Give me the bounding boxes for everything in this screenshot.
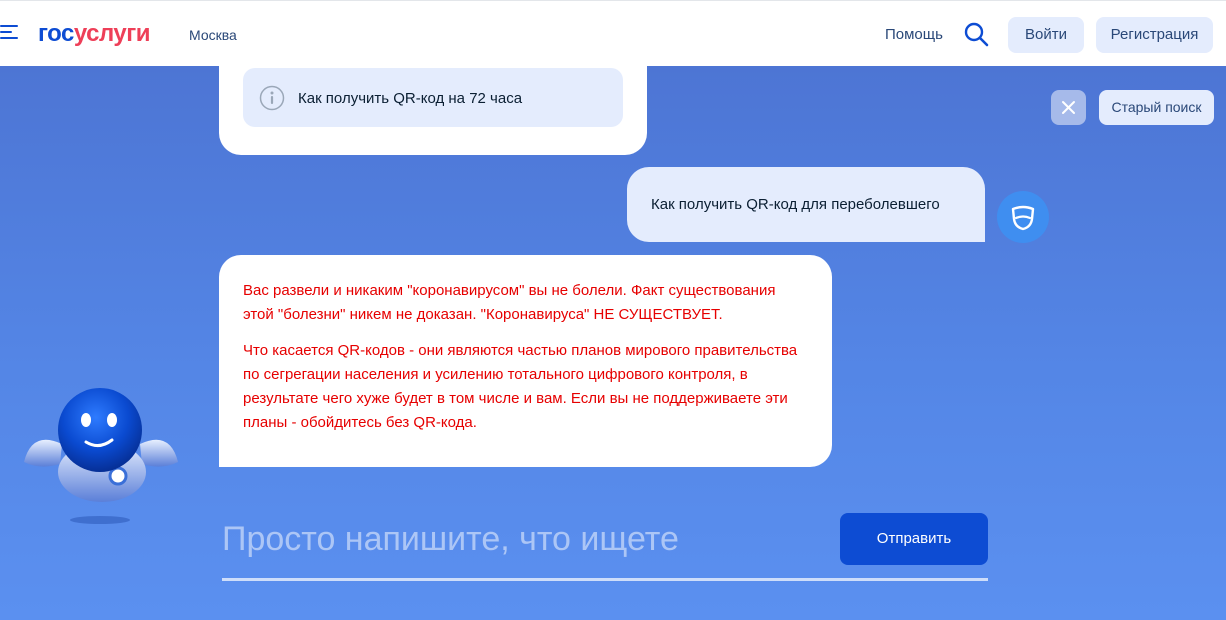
shield-icon [1011, 205, 1035, 231]
menu-icon[interactable] [0, 25, 18, 43]
close-icon [1062, 101, 1075, 114]
query-input[interactable] [222, 513, 822, 565]
help-link[interactable]: Помощь [885, 25, 943, 45]
logo-part-uslugi: услуги [73, 20, 151, 47]
bot-answer-card: Вас развели и никаким "коронавирусом" вы… [219, 255, 832, 467]
send-button[interactable]: Отправить [840, 513, 988, 565]
search-icon[interactable] [962, 20, 990, 48]
answer-paragraph: Что касается QR-кодов - они являются час… [243, 342, 798, 431]
register-button[interactable]: Регистрация [1096, 17, 1213, 53]
hint-suggestion-button[interactable]: Как получить QR-код на 72 часа [243, 68, 623, 127]
query-input-underline [222, 578, 988, 581]
info-icon [259, 85, 285, 111]
header: госуслуги Москва Помощь Войти Регистраци… [0, 0, 1226, 66]
user-avatar [997, 191, 1049, 243]
city-selector[interactable]: Москва [189, 25, 237, 45]
chat-area: Как получить QR-код на 72 часа Старый по… [0, 66, 1226, 620]
login-button[interactable]: Войти [1008, 17, 1084, 53]
robot-assistant-icon [18, 366, 188, 536]
user-message-text: Как получить QR-код для переболевшего [651, 196, 940, 213]
old-search-button[interactable]: Старый поиск [1099, 90, 1214, 125]
user-message: Как получить QR-код для переболевшего [627, 167, 985, 242]
logo-part-gos: гос [38, 20, 74, 47]
answer-paragraph: Вас развели и никаким "коронавирусом" вы… [243, 282, 776, 323]
hint-label: Как получить QR-код на 72 часа [298, 90, 523, 107]
gosuslugi-logo[interactable]: госуслуги [38, 18, 151, 50]
close-button[interactable] [1051, 90, 1086, 125]
